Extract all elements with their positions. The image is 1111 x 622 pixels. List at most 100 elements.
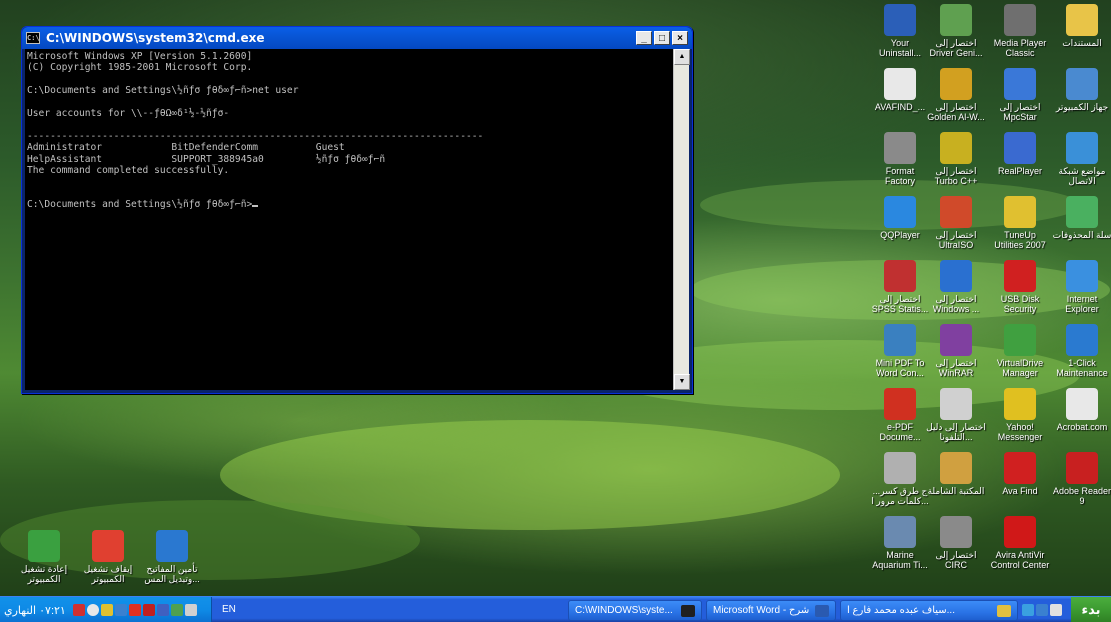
- desktop-shortcut[interactable]: e-PDF Docume...: [870, 388, 930, 442]
- desktop-shortcut-label: Marine Aquarium Ti...: [872, 550, 928, 570]
- desktop-shortcut[interactable]: اختصار إلى UltraISO: [926, 196, 986, 250]
- console-line: Microsoft Windows XP [Version 5.1.2600]: [27, 51, 253, 62]
- desktop-shortcut[interactable]: إعادة تشغيل الكمبيوتر: [14, 530, 74, 584]
- desktop-shortcut-label: مواضع شبكة الاتصال: [1058, 166, 1106, 186]
- desktop-shortcut[interactable]: Format Factory: [870, 132, 930, 186]
- mpcstar-icon: [1004, 68, 1036, 100]
- my-documents-icon: [1066, 4, 1098, 36]
- desktop-shortcut[interactable]: المستندات: [1052, 4, 1111, 48]
- winrar-icon: [940, 324, 972, 356]
- desktop-shortcut[interactable]: ج طرق كسر... كلمات مرور ا...: [870, 452, 930, 506]
- desktop-shortcut[interactable]: جهاز الكمبيوتر: [1052, 68, 1111, 112]
- desktop-shortcut[interactable]: TuneUp Utilities 2007: [990, 196, 1050, 250]
- desktop-shortcut[interactable]: USB Disk Security: [990, 260, 1050, 314]
- tray-icon[interactable]: [86, 604, 99, 616]
- taskbar-button[interactable]: Microsoft Word - شرح ...: [706, 600, 836, 621]
- clock[interactable]: ٠٧:٢١ النهاري: [4, 604, 66, 617]
- recycle-bin-icon: [1066, 196, 1098, 228]
- desktop-shortcut[interactable]: Mini PDF To Word Con...: [870, 324, 930, 378]
- spss-icon: [884, 260, 916, 292]
- desktop-shortcut[interactable]: تأمين المفاتيح وتبديل المس...: [142, 530, 202, 584]
- desktop-shortcut[interactable]: RealPlayer: [990, 132, 1050, 176]
- one-click-icon: [1066, 324, 1098, 356]
- taskbar-button[interactable]: C:\WINDOWS\syste...: [568, 600, 702, 621]
- desktop-shortcut[interactable]: Media Player Classic: [990, 4, 1050, 58]
- tuneup-icon: [1004, 196, 1036, 228]
- phone-directory-icon: [940, 388, 972, 420]
- start-button[interactable]: بدء: [1071, 597, 1111, 622]
- desktop-shortcut[interactable]: QQPlayer: [870, 196, 930, 240]
- cmd-system-icon[interactable]: C:\: [26, 32, 40, 44]
- quick-launch-icon[interactable]: [1050, 604, 1062, 616]
- console-line: (C) Copyright 1985-2001 Microsoft Corp.: [27, 62, 253, 74]
- wallpaper-terrace: [220, 420, 840, 530]
- tray-icon[interactable]: [142, 604, 155, 616]
- desktop-shortcut[interactable]: اختصار إلى SPSS Statis...: [870, 260, 930, 314]
- avira-icon: [1004, 516, 1036, 548]
- console-line: HelpAssistant SUPPORT_388945a0 ½ñƒσ ƒθδ∞…: [27, 153, 386, 165]
- desktop-shortcut[interactable]: اختصار إلى WinRAR: [926, 324, 986, 378]
- tray-icon[interactable]: [170, 604, 183, 616]
- vertical-scrollbar[interactable]: ▲ ▼: [673, 49, 690, 390]
- taskbar-button-label: سياف عبده محمد فارع ا...: [847, 605, 955, 616]
- desktop-shortcut[interactable]: مواضع شبكة الاتصال: [1052, 132, 1111, 186]
- desktop-shortcut-label: Yahoo! Messenger: [997, 422, 1043, 442]
- desktop-shortcut[interactable]: إيقاف تشغيل الكمبيوتر: [78, 530, 138, 584]
- tray-icon[interactable]: [156, 604, 169, 616]
- virtualdrive-icon: [1004, 324, 1036, 356]
- windows-media-icon: [940, 260, 972, 292]
- scroll-down-arrow[interactable]: ▼: [674, 374, 690, 390]
- cmd-icon: [681, 604, 695, 617]
- taskbar-button[interactable]: سياف عبده محمد فارع ا...: [840, 600, 1018, 621]
- desktop-shortcut[interactable]: اختصار إلى MpcStar: [990, 68, 1050, 122]
- system-tray[interactable]: ٠٧:٢١ النهاري: [0, 597, 212, 622]
- desktop-shortcut[interactable]: اختصار إلى Turbo C++: [926, 132, 986, 186]
- minimize-button[interactable]: _: [636, 31, 652, 45]
- desktop-shortcut[interactable]: Avira AntiVir Control Center: [990, 516, 1050, 570]
- desktop-shortcut[interactable]: اختصار إلى دليل التلفونا...: [926, 388, 986, 442]
- desktop-shortcut[interactable]: Internet Explorer: [1052, 260, 1111, 314]
- quick-launch-icon[interactable]: [1022, 604, 1034, 616]
- close-button[interactable]: ×: [672, 31, 688, 45]
- desktop-shortcut-label: إعادة تشغيل الكمبيوتر: [20, 564, 68, 584]
- desktop-shortcut[interactable]: Ava Find: [990, 452, 1050, 496]
- scroll-up-arrow[interactable]: ▲: [674, 49, 690, 65]
- desktop-shortcut-label: Your Uninstall...: [878, 38, 922, 58]
- start-label: بدء: [1081, 602, 1101, 617]
- cmd-titlebar[interactable]: C:\ C:\WINDOWS\system32\cmd.exe _ □ ×: [22, 27, 692, 49]
- desktop-shortcut[interactable]: Yahoo! Messenger: [990, 388, 1050, 442]
- language-indicator[interactable]: EN: [222, 604, 236, 615]
- mini-pdf-icon: [884, 324, 916, 356]
- desktop-shortcut[interactable]: 1-Click Maintenance: [1052, 324, 1111, 378]
- desktop-shortcut[interactable]: Adobe Reader 9: [1052, 452, 1111, 506]
- tray-icon[interactable]: [184, 604, 197, 616]
- desktop-shortcut[interactable]: اختصار إلى CIRC: [926, 516, 986, 570]
- maximize-button[interactable]: □: [654, 31, 670, 45]
- desktop-shortcut[interactable]: سلة المحذوفات: [1052, 196, 1111, 240]
- desktop-shortcut[interactable]: Marine Aquarium Ti...: [870, 516, 930, 570]
- console-output[interactable]: Microsoft Windows XP [Version 5.1.2600](…: [27, 51, 671, 390]
- desktop-shortcut[interactable]: المكتبة الشاملة: [926, 452, 986, 496]
- tray-icon[interactable]: [100, 604, 113, 616]
- console-line: The command completed successfully.: [27, 165, 230, 177]
- desktop-shortcut[interactable]: اختصار إلى Windows ...: [926, 260, 986, 314]
- desktop-shortcut[interactable]: Acrobat.com: [1052, 388, 1111, 432]
- tray-icon[interactable]: [114, 604, 127, 616]
- tray-icon[interactable]: [72, 604, 85, 616]
- tray-icon[interactable]: [128, 604, 141, 616]
- desktop-shortcut-label: AVAFIND_...: [874, 102, 926, 112]
- cmd-window[interactable]: C:\ C:\WINDOWS\system32\cmd.exe _ □ × Mi…: [21, 26, 693, 394]
- desktop-shortcut[interactable]: Your Uninstall...: [870, 4, 930, 58]
- quick-launch-icon[interactable]: [1036, 604, 1048, 616]
- desktop-shortcut[interactable]: AVAFIND_...: [870, 68, 930, 112]
- console-area[interactable]: Microsoft Windows XP [Version 5.1.2600](…: [25, 49, 690, 390]
- desktop-shortcut-label: Mini PDF To Word Con...: [875, 358, 925, 378]
- desktop-shortcut[interactable]: اختصار إلى Golden Al-W...: [926, 68, 986, 122]
- desktop-shortcut[interactable]: اختصار إلى Driver Geni...: [926, 4, 986, 58]
- cmd-title: C:\WINDOWS\system32\cmd.exe: [46, 31, 265, 45]
- desktop-shortcut[interactable]: VirtualDrive Manager: [990, 324, 1050, 378]
- taskbar-button-label: C:\WINDOWS\syste...: [575, 605, 673, 616]
